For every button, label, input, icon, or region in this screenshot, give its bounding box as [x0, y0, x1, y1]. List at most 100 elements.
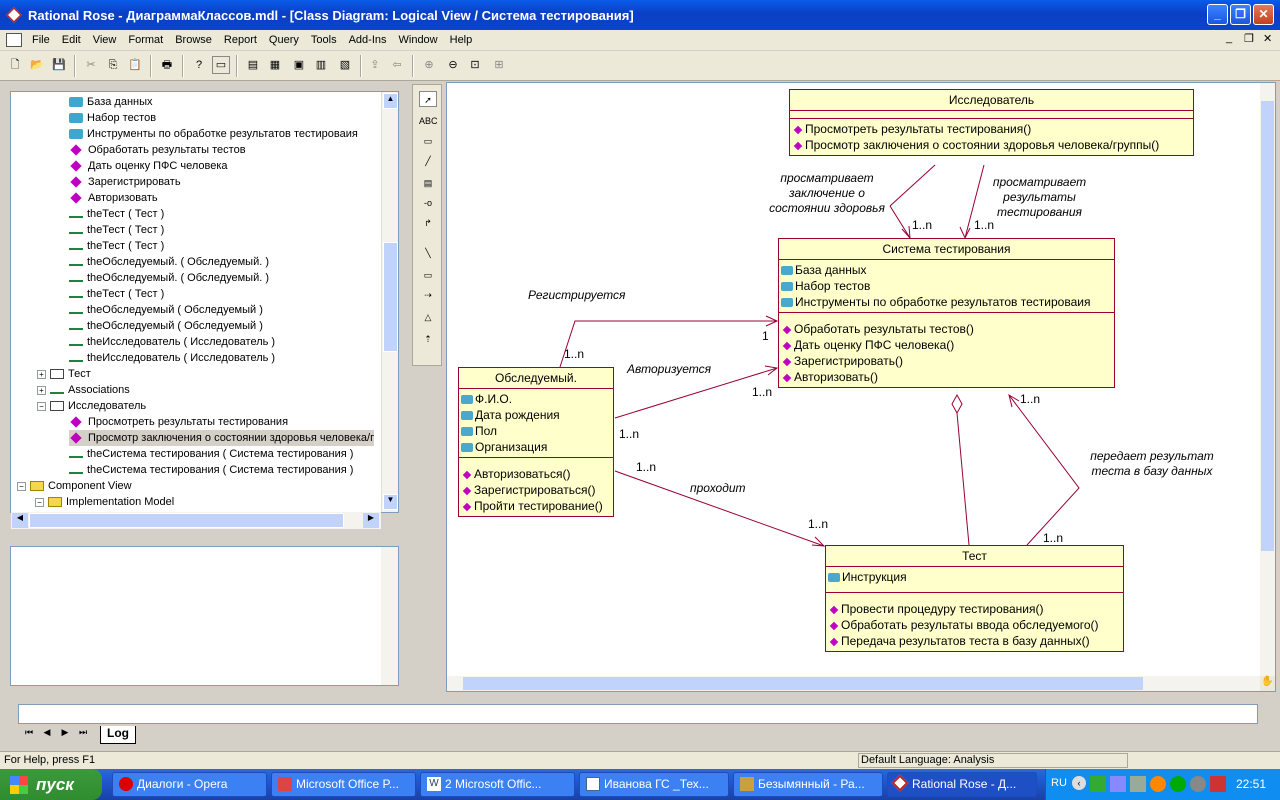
- task-opera[interactable]: Диалоги - Opera: [112, 772, 267, 797]
- operation[interactable]: Зарегистрировать(): [781, 353, 1112, 369]
- operation[interactable]: Обработать результаты тестов(): [781, 321, 1112, 337]
- operation[interactable]: Просмотреть результаты тестирования(): [792, 121, 1191, 137]
- unidirectional-tool-icon[interactable]: ╲: [419, 245, 437, 261]
- browse-state-icon[interactable]: ▧: [336, 56, 354, 74]
- tree-item[interactable]: − Implementation Model: [35, 494, 174, 510]
- document-icon[interactable]: [6, 33, 22, 47]
- operation[interactable]: Передача результатов теста в базу данных…: [828, 633, 1121, 649]
- hand-icon[interactable]: ✋: [1260, 676, 1275, 691]
- package-tool-icon[interactable]: ▭: [419, 267, 437, 283]
- expand-icon[interactable]: +: [37, 386, 46, 395]
- tree-item[interactable]: Инструменты по обработке результатов тес…: [69, 126, 358, 142]
- operation[interactable]: Обработать результаты ввода обследуемого…: [828, 617, 1121, 633]
- tree-item[interactable]: + Тест: [37, 366, 91, 382]
- last-tab-icon[interactable]: ⏭: [74, 727, 92, 743]
- dependency-tool-icon[interactable]: ⇢: [419, 287, 437, 303]
- scroll-down-icon[interactable]: ▼: [383, 494, 398, 510]
- task-rational-rose[interactable]: Rational Rose - Д...: [887, 772, 1037, 797]
- menu-help[interactable]: Help: [444, 34, 479, 46]
- operation[interactable]: Зарегистрироваться(): [461, 482, 611, 498]
- scroll-up-icon[interactable]: ▲: [383, 93, 398, 109]
- multiplicity[interactable]: 1..n: [808, 517, 828, 532]
- first-tab-icon[interactable]: ⏮: [20, 727, 38, 743]
- tree-item[interactable]: Набор тестов: [69, 110, 156, 126]
- class-testing-system[interactable]: Система тестирования База данных Набор т…: [778, 238, 1115, 388]
- scroll-thumb[interactable]: [29, 513, 344, 528]
- task-office-word[interactable]: W2 Microsoft Offic...: [420, 772, 575, 797]
- browse-interaction-icon[interactable]: ▦: [266, 56, 284, 74]
- multiplicity[interactable]: 1..n: [636, 460, 656, 475]
- view-docs-icon[interactable]: ▭: [212, 56, 230, 74]
- tree-item[interactable]: theТест ( Тест ): [69, 238, 164, 254]
- scroll-thumb[interactable]: [463, 677, 1143, 690]
- browser-vertical-scrollbar[interactable]: ▲ ▼: [381, 92, 398, 512]
- close-button[interactable]: ✕: [1253, 4, 1274, 25]
- browse-previous-icon[interactable]: ⇦: [388, 56, 406, 74]
- selection-tool-icon[interactable]: ➚: [419, 91, 437, 107]
- volume-icon[interactable]: [1210, 776, 1226, 792]
- text-tool-icon[interactable]: ABC: [419, 113, 438, 129]
- tree-item[interactable]: theТест ( Тест ): [69, 206, 164, 222]
- browse-class-diagram-icon[interactable]: ▤: [244, 56, 262, 74]
- tree-item[interactable]: theОбследуемый. ( Обследуемый. ): [69, 270, 269, 286]
- generalization-tool-icon[interactable]: △: [419, 309, 437, 325]
- task-paint[interactable]: Безымянный - Ра...: [733, 772, 883, 797]
- menu-browse[interactable]: Browse: [169, 34, 218, 46]
- attribute[interactable]: Организация: [461, 439, 611, 455]
- tree-item[interactable]: theОбследуемый ( Обследуемый ): [69, 302, 263, 318]
- clock[interactable]: 22:51: [1236, 777, 1266, 791]
- menu-report[interactable]: Report: [218, 34, 263, 46]
- operation[interactable]: Провести процедуру тестирования(): [828, 601, 1121, 617]
- messenger-icon[interactable]: [1170, 776, 1186, 792]
- interface-tool-icon[interactable]: -o: [419, 195, 437, 211]
- tree-item[interactable]: theСистема тестирования ( Система тестир…: [69, 462, 353, 478]
- tree-item[interactable]: + Associations: [37, 382, 130, 398]
- log-tab[interactable]: Log: [100, 726, 136, 744]
- class-examinee[interactable]: Обследуемый. Ф.И.О. Дата рождения Пол Ор…: [458, 367, 614, 517]
- tray-expand-icon[interactable]: ‹: [1072, 776, 1086, 790]
- class-test[interactable]: Тест Инструкция Провести процедуру тести…: [825, 545, 1124, 652]
- save-icon[interactable]: 💾: [50, 56, 68, 74]
- association-tool-icon[interactable]: ↱: [419, 215, 437, 231]
- mdi-minimize-button[interactable]: _: [1226, 32, 1232, 44]
- tree-item[interactable]: Зарегистрировать: [69, 174, 181, 190]
- multiplicity[interactable]: 1..n: [974, 218, 994, 233]
- operation[interactable]: Дать оценку ПФС человека(): [781, 337, 1112, 353]
- menu-file[interactable]: File: [26, 34, 56, 46]
- menu-tools[interactable]: Tools: [305, 34, 343, 46]
- tree-item[interactable]: theОбследуемый ( Обследуемый ): [69, 318, 263, 334]
- start-button[interactable]: пуск: [0, 769, 102, 800]
- update-icon[interactable]: [1190, 776, 1206, 792]
- operation[interactable]: Пройти тестирование(): [461, 498, 611, 514]
- menu-query[interactable]: Query: [263, 34, 305, 46]
- class-tool-icon[interactable]: ▤: [419, 175, 437, 191]
- mdi-close-button[interactable]: ✕: [1263, 32, 1272, 45]
- doc-scrollbar[interactable]: [381, 547, 398, 685]
- association-label[interactable]: передает результат теста в базу данных: [1077, 449, 1227, 479]
- restore-button[interactable]: ❐: [1230, 4, 1251, 25]
- attribute[interactable]: Дата рождения: [461, 407, 611, 423]
- scroll-thumb[interactable]: [1261, 101, 1274, 551]
- association-label[interactable]: просматривает результаты тестирования: [982, 175, 1097, 220]
- open-icon[interactable]: 📂: [28, 56, 46, 74]
- multiplicity[interactable]: 1..n: [619, 427, 639, 442]
- minimize-button[interactable]: _: [1207, 4, 1228, 25]
- tree-item[interactable]: Просмотр заключения о состоянии здоровья…: [69, 430, 375, 446]
- menu-addins[interactable]: Add-Ins: [343, 34, 393, 46]
- operation[interactable]: Авторизоваться(): [461, 466, 611, 482]
- association-label[interactable]: Регистрируется: [528, 288, 625, 303]
- association-label[interactable]: Авторизуется: [627, 362, 711, 377]
- attribute[interactable]: Ф.И.О.: [461, 391, 611, 407]
- attribute[interactable]: Инструкция: [828, 569, 1121, 585]
- mdi-restore-button[interactable]: ❐: [1244, 32, 1254, 45]
- network-icon[interactable]: [1090, 776, 1106, 792]
- new-icon[interactable]: 🗋: [6, 56, 24, 74]
- class-researcher[interactable]: Исследователь Просмотреть результаты тес…: [789, 89, 1194, 156]
- menu-window[interactable]: Window: [393, 34, 444, 46]
- log-output[interactable]: [18, 704, 1258, 724]
- tree-item[interactable]: theТест ( Тест ): [69, 286, 164, 302]
- monitor-icon[interactable]: [1110, 776, 1126, 792]
- cut-icon[interactable]: ✂: [82, 56, 100, 74]
- zoom-in-icon[interactable]: ⊕: [420, 56, 438, 74]
- collapse-icon[interactable]: −: [35, 498, 44, 507]
